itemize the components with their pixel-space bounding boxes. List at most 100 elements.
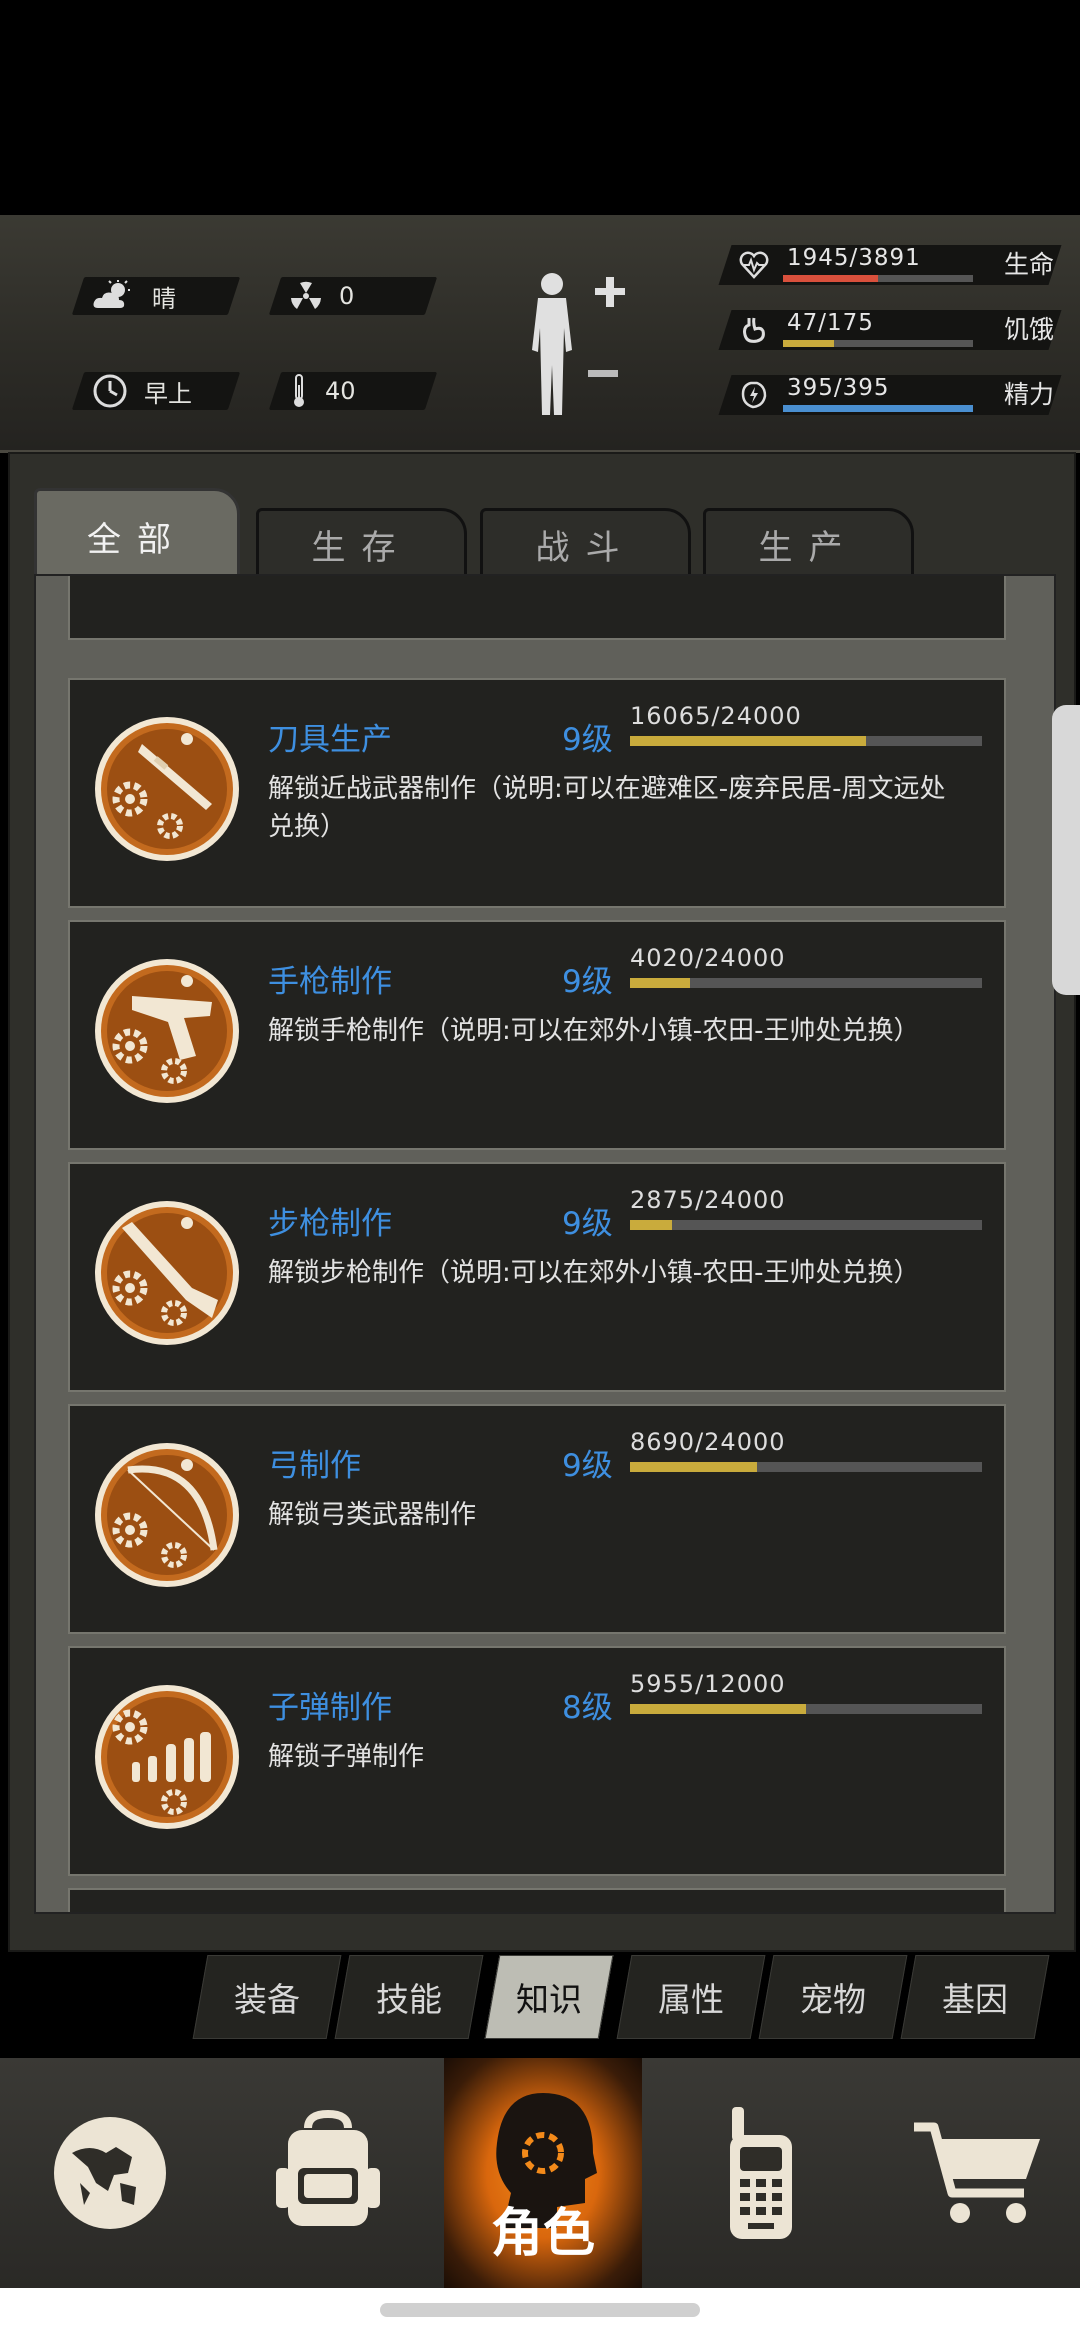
skill-progress-text: 8690/24000 [630, 1428, 786, 1456]
skill-level: 9级 [562, 1206, 613, 1242]
energy-value: 395/395 [787, 375, 890, 401]
energy-bar [783, 405, 973, 412]
skill-level: 9级 [562, 964, 613, 1000]
nav-character[interactable]: 角色 [444, 2058, 642, 2288]
tab-all[interactable]: 全部 [34, 488, 240, 584]
tab-combat[interactable]: 战斗 [480, 508, 691, 580]
shopping-cart-icon [914, 2122, 1040, 2223]
nav-character-label: 角色 [490, 2204, 595, 2264]
skill-description: 解锁手枪制作（说明:可以在郊外小镇-农田-王帅处兑换） [268, 1016, 920, 1046]
skill-description: 解锁子弹制作 [268, 1742, 425, 1772]
subnav-equipment[interactable]: 装备 [192, 1955, 342, 2039]
skill-title: 弓制作 [268, 1448, 361, 1484]
energy-icon [741, 381, 767, 409]
subnav-genes-label: 基因 [942, 1980, 1008, 2019]
skill-progress-bar [630, 1462, 982, 1472]
skill-level: 8级 [562, 1690, 613, 1726]
subnav-equipment-label: 装备 [234, 1980, 300, 2019]
stomach-icon [743, 317, 765, 343]
list-item[interactable]: 刀具生产 9级 16065/24000 解锁近战武器制作（说明:可以在避难区-废… [68, 678, 1006, 908]
hunger-bar [783, 340, 973, 347]
skill-progress-text: 5955/12000 [630, 1670, 786, 1698]
walkie-talkie-icon [730, 2107, 792, 2239]
radiation-slot: 0 [268, 277, 438, 315]
list-item-partial [68, 576, 1006, 640]
list-item[interactable]: 子弹制作 8级 5955/12000 解锁子弹制作 [68, 1646, 1006, 1876]
subnav-skills[interactable]: 技能 [334, 1955, 484, 2039]
skill-progress-text: 4020/24000 [630, 944, 786, 972]
list-item[interactable]: 步枪制作 9级 2875/24000 解锁步枪制作（说明:可以在郊外小镇-农田-… [68, 1162, 1006, 1392]
subnav-pets[interactable]: 宠物 [758, 1955, 908, 2039]
home-indicator[interactable] [380, 2303, 700, 2317]
health-value: 1945/3891 [787, 245, 921, 271]
status-hud: 晴 0 早上 40 1945/3891 生命 47/175 饥饿 395/395… [0, 215, 1080, 453]
radiation-icon [291, 281, 321, 309]
skill-progress-bar [630, 1704, 982, 1714]
skill-progress-bar [630, 736, 982, 746]
tab-survival[interactable]: 生存 [256, 508, 467, 580]
nav-shop[interactable] [878, 2058, 1078, 2288]
category-tabs: 全部 生存 战斗 生产 [30, 480, 930, 584]
nav-radio[interactable] [660, 2058, 860, 2288]
time-label: 早上 [144, 379, 192, 408]
skill-progress-text: 16065/24000 [630, 702, 802, 730]
nav-inventory[interactable] [228, 2058, 428, 2288]
clock-icon [93, 374, 127, 408]
knife-gear-medal-icon [95, 717, 239, 861]
tab-all-label: 全部 [87, 519, 187, 560]
thermometer-icon [294, 374, 304, 407]
bow-gear-medal-icon [95, 1443, 239, 1587]
skill-level: 9级 [562, 722, 613, 758]
hunger-value: 47/175 [787, 310, 874, 336]
hunger-label: 饥饿 [1003, 315, 1054, 344]
weather-slot: 晴 [71, 277, 241, 315]
skill-level: 9级 [562, 1448, 613, 1484]
skill-title: 刀具生产 [268, 722, 392, 758]
skill-description: 解锁近战武器制作（说明:可以在避难区-废弃民居-周文远处兑换） [268, 774, 946, 842]
subnav-attributes[interactable]: 属性 [616, 1955, 766, 2039]
subnav-pets-label: 宠物 [800, 1980, 866, 2019]
health-label: 生命 [1003, 250, 1054, 279]
bullets-gear-medal-icon [95, 1685, 239, 1829]
temperature-slot: 40 [268, 372, 438, 410]
health-stat: 1945/3891 生命 [718, 245, 1062, 285]
heart-icon [739, 251, 769, 279]
health-bar [783, 275, 973, 282]
weather-label: 晴 [152, 284, 176, 313]
subnav-attributes-label: 属性 [658, 1980, 724, 2019]
energy-stat: 395/395 精力 [718, 375, 1062, 415]
pistol-gear-medal-icon [95, 959, 239, 1103]
tab-production-label: 生产 [758, 527, 859, 568]
status-bar-area [0, 0, 1080, 215]
list-item-partial [68, 1888, 1006, 1912]
temperature-value: 40 [325, 377, 356, 405]
character-subnav: 装备 技能 知识 属性 宠物 基因 [192, 1955, 1080, 2045]
body-status-button[interactable] [522, 270, 632, 420]
bottom-nav: 角色 [0, 2058, 1080, 2288]
list-item[interactable]: 弓制作 9级 8690/24000 解锁弓类武器制作 [68, 1404, 1006, 1634]
tab-combat-label: 战斗 [535, 527, 636, 568]
skill-description: 解锁弓类武器制作 [268, 1500, 477, 1530]
skill-progress-text: 2875/24000 [630, 1186, 786, 1214]
skill-progress-bar [630, 1220, 982, 1230]
skill-title: 步枪制作 [268, 1206, 392, 1242]
skill-progress-bar [630, 978, 982, 988]
subnav-skills-label: 技能 [376, 1980, 442, 2019]
energy-label: 精力 [1003, 380, 1054, 409]
time-slot: 早上 [71, 372, 241, 410]
skill-title: 手枪制作 [268, 964, 392, 1000]
list-item[interactable]: 手枪制作 9级 4020/24000 解锁手枪制作（说明:可以在郊外小镇-农田-… [68, 920, 1006, 1150]
scrollbar-handle[interactable] [1052, 705, 1080, 995]
tab-production[interactable]: 生产 [703, 508, 914, 580]
rifle-gear-medal-icon [95, 1201, 239, 1345]
subnav-knowledge[interactable]: 知识 [484, 1955, 614, 2039]
nav-world[interactable] [10, 2058, 210, 2288]
skill-list[interactable]: 刀具生产 9级 16065/24000 解锁近战武器制作（说明:可以在避难区-废… [34, 574, 1056, 1914]
backpack-icon [276, 2109, 380, 2226]
skill-title: 子弹制作 [268, 1690, 392, 1726]
subnav-genes[interactable]: 基因 [900, 1955, 1050, 2039]
sun-cloud-icon [93, 280, 130, 308]
hunger-stat: 47/175 饥饿 [718, 310, 1062, 350]
skill-description: 解锁步枪制作（说明:可以在郊外小镇-农田-王帅处兑换） [268, 1258, 920, 1288]
radiation-value: 0 [339, 282, 355, 310]
